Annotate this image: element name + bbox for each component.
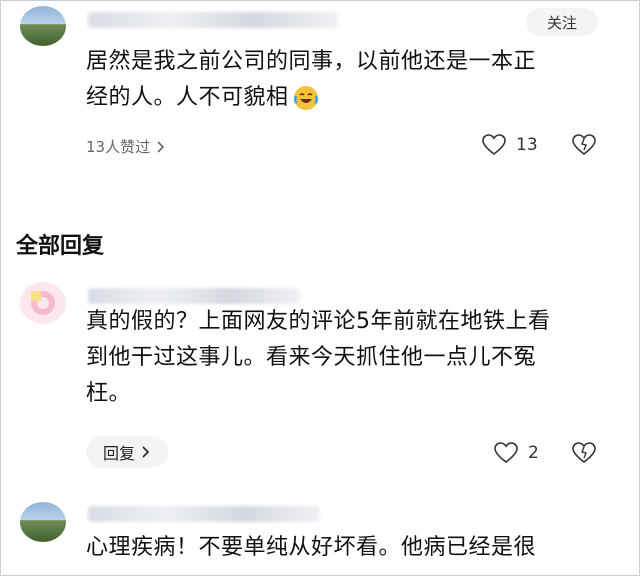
comment-line-1: 居然是我之前公司的同事，以前他还是一本正 (86, 49, 537, 74)
like-action[interactable]: 2 (494, 442, 539, 464)
username-blurred[interactable] (88, 506, 320, 522)
reply-text: 真的假的？上面网友的评论5年前就在地铁上看 到他干过这事儿。看来今天抓住他一点儿… (86, 304, 626, 412)
dislike-heart-icon (572, 134, 596, 156)
like-action[interactable]: 13 (482, 134, 538, 156)
avatar[interactable] (20, 502, 66, 542)
follow-button[interactable]: 关注 (526, 8, 598, 36)
heart-icon (482, 134, 506, 156)
reply-line-3: 枉。 (86, 381, 132, 406)
comment-line-2: 经的人。人不可貌相 (86, 80, 616, 116)
heart-icon (494, 442, 518, 464)
chevron-right-icon (141, 445, 151, 459)
username-blurred[interactable] (88, 288, 300, 304)
laughing-crying-emoji-icon (293, 85, 319, 111)
dislike-heart-icon (572, 442, 596, 464)
follow-label: 关注 (546, 13, 577, 32)
username-blurred[interactable] (88, 12, 338, 28)
reply-line-1: 真的假的？上面网友的评论5年前就在地铁上看 (86, 309, 551, 334)
avatar[interactable] (20, 282, 66, 324)
like-count: 2 (528, 443, 539, 463)
reply-text: 心理疾病！不要单纯从好坏看。他病已经是很 (86, 530, 626, 566)
comment-line-2-text: 经的人。人不可貌相 (86, 85, 289, 110)
reply-label: 回复 (102, 444, 135, 463)
avatar[interactable] (20, 6, 66, 46)
reply-line-2: 到他干过这事儿。看来今天抓住他一点儿不冤 (86, 345, 537, 370)
all-replies-title: 全部回复 (16, 234, 105, 259)
chevron-right-icon (156, 140, 166, 154)
like-count: 13 (516, 135, 538, 155)
avatar-logo-icon (31, 291, 55, 315)
reply-button[interactable]: 回复 (86, 436, 168, 468)
likers-link[interactable]: 13人赞过 (86, 136, 166, 157)
likers-label: 13人赞过 (86, 138, 151, 156)
reply-line-1: 心理疾病！不要单纯从好坏看。他病已经是很 (86, 535, 537, 560)
dislike-action[interactable] (572, 134, 596, 156)
dislike-action[interactable] (572, 442, 596, 464)
comment-text: 居然是我之前公司的同事，以前他还是一本正 经的人。人不可貌相 (86, 44, 616, 116)
